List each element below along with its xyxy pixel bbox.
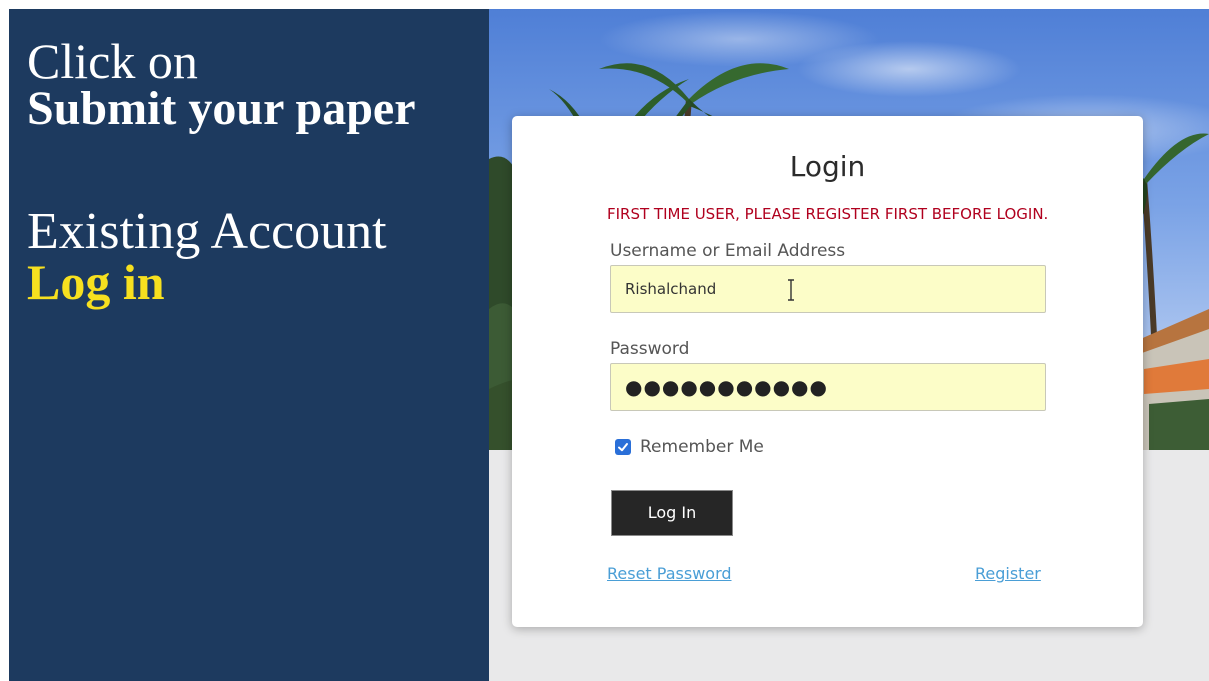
password-input[interactable]: ●●●●●●●●●●● [610, 363, 1046, 411]
username-input[interactable] [610, 265, 1046, 313]
reset-password-link[interactable]: Reset Password [607, 563, 732, 585]
username-label: Username or Email Address [610, 241, 846, 261]
login-card: Login FIRST TIME USER, PLEASE REGISTER F… [512, 116, 1143, 627]
remember-me-checkbox[interactable] [615, 439, 631, 455]
login-title: Login [789, 150, 866, 183]
remember-me-row[interactable]: Remember Me [615, 436, 764, 458]
instruction-line-submit-paper: Submit your paper [27, 82, 416, 135]
password-mask: ●●●●●●●●●●● [625, 375, 828, 399]
instruction-line-log-in: Log in [27, 254, 165, 310]
text-cursor-icon [788, 279, 794, 301]
checkmark-icon [618, 443, 628, 452]
instruction-panel: Click on Submit your paper Existing Acco… [9, 9, 489, 681]
first-time-user-notice: FIRST TIME USER, PLEASE REGISTER FIRST B… [607, 205, 1049, 223]
remember-me-label: Remember Me [640, 437, 764, 457]
password-label: Password [610, 339, 690, 359]
log-in-button[interactable]: Log In [611, 490, 733, 536]
register-link[interactable]: Register [975, 563, 1041, 585]
